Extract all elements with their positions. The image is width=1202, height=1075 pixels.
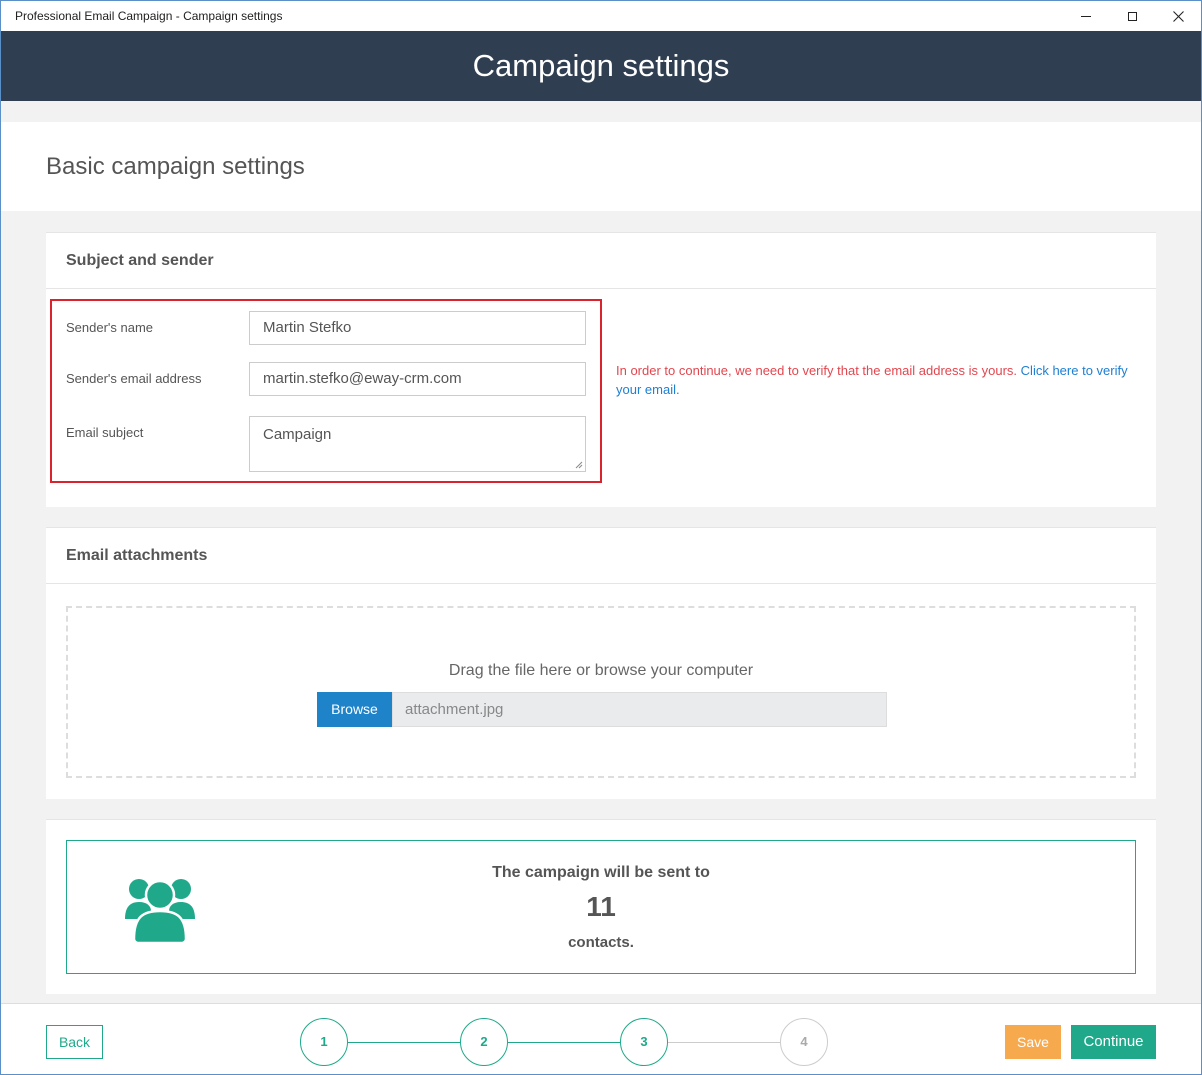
continue-button[interactable]: Continue <box>1071 1025 1156 1059</box>
sender-name-label: Sender's name <box>66 320 154 335</box>
window-title: Professional Email Campaign - Campaign s… <box>15 9 283 23</box>
verify-email-message: In order to continue, we need to verify … <box>616 361 1136 399</box>
email-subject-label: Email subject <box>66 425 144 440</box>
attachments-heading: Email attachments <box>46 528 1156 584</box>
sender-email-input[interactable]: martin.stefko@eway-crm.com <box>249 362 586 396</box>
step-2[interactable]: 2 <box>460 1018 508 1066</box>
wizard-footer: Back 1 2 3 4 Save Continue <box>1 1003 1201 1074</box>
page-title-band: Basic campaign settings <box>1 122 1201 211</box>
step-connector-3 <box>668 1042 780 1043</box>
recipients-card: The campaign will be sent to 11 contacts… <box>46 819 1156 994</box>
sender-name-input[interactable]: Martin Stefko <box>249 311 586 345</box>
subject-sender-card: Subject and sender Sender's name Martin … <box>46 232 1156 507</box>
file-name-field[interactable]: attachment.jpg <box>392 692 887 727</box>
maximize-icon <box>1127 11 1137 21</box>
verify-message-text: In order to continue, we need to verify … <box>616 363 1021 378</box>
email-subject-value: Campaign <box>263 426 332 443</box>
resize-grip-icon[interactable] <box>575 461 583 469</box>
save-button[interactable]: Save <box>1005 1025 1061 1059</box>
attachments-card: Email attachments Drag the file here or … <box>46 527 1156 799</box>
title-bar: Professional Email Campaign - Campaign s… <box>1 1 1201 31</box>
file-dropzone[interactable]: Drag the file here or browse your comput… <box>66 606 1136 778</box>
close-button[interactable] <box>1155 1 1201 31</box>
recipients-count: 11 <box>586 891 616 922</box>
app-window: Professional Email Campaign - Campaign s… <box>0 0 1202 1075</box>
step-1[interactable]: 1 <box>300 1018 348 1066</box>
verify-message-period: . <box>675 382 680 397</box>
recipients-unit-text: contacts. <box>568 934 634 951</box>
maximize-button[interactable] <box>1109 1 1155 31</box>
minimize-button[interactable] <box>1063 1 1109 31</box>
subject-sender-heading: Subject and sender <box>46 233 1156 289</box>
back-button[interactable]: Back <box>46 1025 103 1059</box>
dropzone-text: Drag the file here or browse your comput… <box>448 662 754 679</box>
recipients-intro-text: The campaign will be sent to <box>492 864 710 881</box>
sender-email-label: Sender's email address <box>66 371 202 386</box>
step-connector-1 <box>348 1042 460 1043</box>
page-header: Campaign settings <box>1 31 1201 101</box>
minimize-icon <box>1081 15 1091 17</box>
step-3[interactable]: 3 <box>620 1018 668 1066</box>
email-subject-textarea[interactable]: Campaign <box>249 416 586 472</box>
recipients-summary: The campaign will be sent to 11 contacts… <box>66 840 1136 974</box>
close-icon <box>1172 10 1184 22</box>
page-title: Basic campaign settings <box>46 153 305 180</box>
step-4: 4 <box>780 1018 828 1066</box>
step-connector-2 <box>508 1042 620 1043</box>
browse-button[interactable]: Browse <box>317 692 392 727</box>
